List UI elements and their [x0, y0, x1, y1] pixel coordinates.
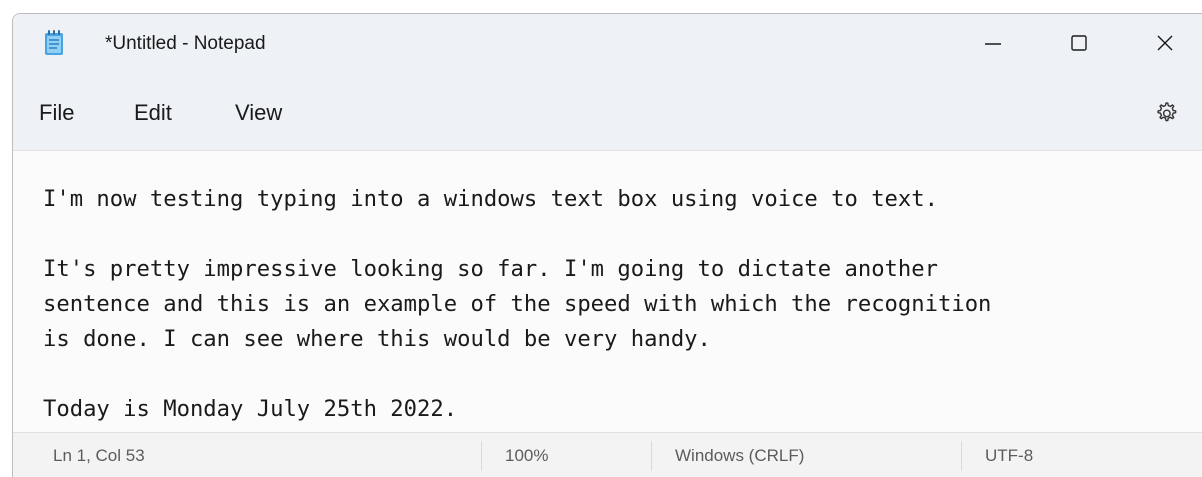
close-icon — [1155, 33, 1175, 53]
minimize-icon — [983, 33, 1003, 53]
maximize-button[interactable] — [1049, 14, 1109, 72]
notepad-window: *Untitled - Notepad File Edit View I'm n… — [12, 13, 1202, 477]
close-button[interactable] — [1135, 14, 1195, 72]
menu-view[interactable]: View — [235, 100, 282, 126]
status-divider — [961, 441, 962, 471]
notepad-icon — [44, 30, 64, 56]
line-ending[interactable]: Windows (CRLF) — [675, 446, 804, 466]
status-divider — [651, 441, 652, 471]
menu-edit[interactable]: Edit — [134, 100, 172, 126]
menu-file[interactable]: File — [39, 100, 74, 126]
status-bar: Ln 1, Col 53 100% Windows (CRLF) UTF-8 — [13, 432, 1202, 477]
text-editor[interactable]: I'm now testing typing into a windows te… — [13, 150, 1202, 432]
editor-content[interactable]: I'm now testing typing into a windows te… — [43, 182, 991, 427]
menu-bar: File Edit View — [13, 76, 1202, 150]
window-title: *Untitled - Notepad — [105, 33, 266, 54]
minimize-button[interactable] — [963, 14, 1023, 72]
encoding[interactable]: UTF-8 — [985, 446, 1033, 466]
cursor-position: Ln 1, Col 53 — [53, 446, 145, 465]
gear-icon[interactable] — [1153, 100, 1179, 126]
status-divider — [481, 441, 482, 471]
title-bar[interactable]: *Untitled - Notepad — [13, 14, 1202, 76]
zoom-level[interactable]: 100% — [505, 446, 548, 466]
maximize-icon — [1069, 33, 1089, 53]
